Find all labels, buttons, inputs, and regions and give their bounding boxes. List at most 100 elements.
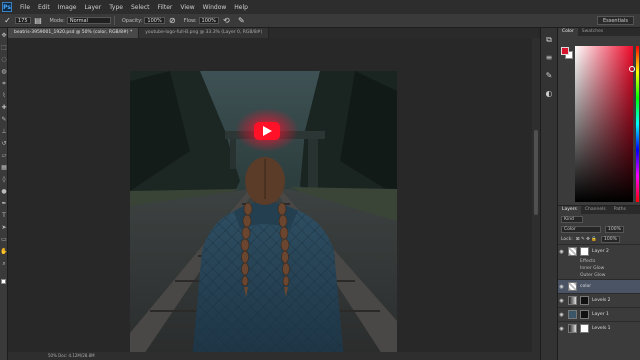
layer-opacity-input[interactable]: 100% xyxy=(605,225,624,233)
brush-size-picker[interactable]: 175 xyxy=(15,17,31,24)
menu-select[interactable]: Select xyxy=(127,4,154,11)
effects-row[interactable]: Effects xyxy=(558,258,640,265)
layer-row[interactable]: ◉ Levels 1 xyxy=(558,321,640,335)
opacity-label: Opacity: xyxy=(121,17,143,24)
type-tool-icon[interactable]: T xyxy=(0,212,8,220)
quick-select-tool-icon[interactable]: ◍ xyxy=(0,68,8,76)
layer-row[interactable]: ◉ Levels 2 xyxy=(558,293,640,307)
foreground-color-chip[interactable] xyxy=(561,47,569,55)
tab-youtube-logo[interactable]: youtube-logo-full-B.png @ 33.3% (Layer 0… xyxy=(139,28,270,38)
brush-tool-icon[interactable]: ✎ xyxy=(0,116,8,124)
app-logo-icon: Ps xyxy=(2,2,12,12)
menu-window[interactable]: Window xyxy=(199,4,231,11)
lock-row: Lock: ⊠ ✎ ✥ 🔒 100% xyxy=(558,234,640,244)
vertical-scrollbar[interactable] xyxy=(532,38,540,360)
layer-fill-input[interactable]: 100% xyxy=(601,235,620,243)
lasso-tool-icon[interactable]: ◌ xyxy=(0,56,8,64)
menu-type[interactable]: Type xyxy=(105,4,127,11)
document-canvas[interactable] xyxy=(130,71,397,360)
layer-mask-thumbnail[interactable] xyxy=(580,296,589,305)
hand-tool-icon[interactable]: ✋ xyxy=(0,248,8,256)
brush-panel-icon[interactable]: ▤ xyxy=(34,16,43,25)
color-panel xyxy=(558,36,640,206)
tab-channels[interactable]: Channels xyxy=(581,206,610,214)
visibility-eye-icon[interactable]: ◉ xyxy=(558,298,565,304)
menu-edit[interactable]: Edit xyxy=(34,4,54,11)
visibility-eye-icon[interactable]: ◉ xyxy=(558,326,565,332)
stamp-tool-icon[interactable]: ⊥ xyxy=(0,128,8,136)
opacity-input[interactable]: 100% xyxy=(144,17,165,24)
menu-bar: Ps File Edit Image Layer Type Select Fil… xyxy=(0,0,640,14)
layer-filter-row: Kind xyxy=(558,214,640,224)
airbrush-icon[interactable]: ⟲ xyxy=(222,16,231,25)
dodge-tool-icon[interactable]: ● xyxy=(0,188,8,196)
history-brush-icon[interactable]: ↺ xyxy=(0,140,8,148)
menu-view[interactable]: View xyxy=(176,4,198,11)
move-tool-icon[interactable]: ✥ xyxy=(0,32,8,40)
flow-label: Flow: xyxy=(183,17,197,24)
shape-tool-icon[interactable]: ▭ xyxy=(0,236,8,244)
kind-filter-select[interactable]: Kind xyxy=(561,215,583,223)
foreground-color-swatch[interactable] xyxy=(1,279,6,284)
mode-label: Mode: xyxy=(49,17,65,24)
layer-row[interactable]: ◉ Layer 1 xyxy=(558,307,640,321)
hue-slider[interactable] xyxy=(636,46,639,202)
layer-row[interactable]: ◉ Layer 2 xyxy=(558,244,640,258)
photoshop-window: Ps File Edit Image Layer Type Select Fil… xyxy=(0,0,640,360)
mode-select[interactable]: Normal xyxy=(66,17,111,24)
menu-help[interactable]: Help xyxy=(230,4,252,11)
tab-color[interactable]: Color xyxy=(558,28,578,36)
blur-tool-icon[interactable]: ◊ xyxy=(0,176,8,184)
flow-input[interactable]: 100% xyxy=(198,17,219,24)
menu-file[interactable]: File xyxy=(16,4,34,11)
eyedropper-tool-icon[interactable]: ⌇ xyxy=(0,92,8,100)
blend-mode-select[interactable]: Color xyxy=(561,225,601,233)
effect-inner-glow[interactable]: Inner Glow xyxy=(558,265,640,272)
lock-label: Lock: xyxy=(561,236,573,242)
color-picker-handle[interactable] xyxy=(629,66,635,72)
menu-filter[interactable]: Filter xyxy=(154,4,177,11)
layer-row[interactable]: ◉ color xyxy=(558,279,640,293)
visibility-eye-icon[interactable]: ◉ xyxy=(558,249,565,255)
layer-mask-thumbnail[interactable] xyxy=(580,324,589,333)
visibility-eye-icon[interactable]: ◉ xyxy=(558,284,565,290)
menu-layer[interactable]: Layer xyxy=(80,4,105,11)
tab-swatches[interactable]: Swatches xyxy=(578,28,608,36)
adjustments-panel-icon[interactable]: ◐ xyxy=(543,88,555,100)
color-panel-tabs: Color Swatches xyxy=(558,28,640,36)
layer-name[interactable]: Layer 1 xyxy=(592,312,609,317)
color-picker-field[interactable] xyxy=(575,46,633,202)
tab-paths[interactable]: Paths xyxy=(610,206,630,214)
document-tabs: beatris-3959001_1920.psd @ 50% (color, R… xyxy=(8,28,538,38)
zoom-tool-icon[interactable]: ⌕ xyxy=(0,260,8,268)
effect-outer-glow[interactable]: Outer Glow xyxy=(558,272,640,279)
healing-tool-icon[interactable]: ✚ xyxy=(0,104,8,112)
workspace-switcher[interactable]: Essentials xyxy=(596,16,634,25)
pressure-size-icon[interactable]: ✎ xyxy=(237,16,246,25)
lock-icon[interactable]: ⊠ ✎ ✥ 🔒 xyxy=(576,237,597,242)
layer-name[interactable]: Levels 1 xyxy=(592,326,611,331)
eraser-tool-icon[interactable]: ▱ xyxy=(0,152,8,160)
brush-tool-icon[interactable]: ✓ xyxy=(3,16,12,25)
menu-image[interactable]: Image xyxy=(54,4,81,11)
layer-mask-thumbnail[interactable] xyxy=(580,310,589,319)
layer-name[interactable]: Levels 2 xyxy=(592,298,611,303)
path-select-tool-icon[interactable]: ➤ xyxy=(0,224,8,232)
brush-presets-icon[interactable]: ✎ xyxy=(543,70,555,82)
layer-name[interactable]: color xyxy=(580,284,591,289)
tab-layers[interactable]: Layers xyxy=(558,206,581,214)
layer-name[interactable]: Layer 2 xyxy=(592,249,609,254)
marquee-tool-icon[interactable]: ⬚ xyxy=(0,44,8,52)
adjustment-thumbnail xyxy=(568,296,577,305)
visibility-eye-icon[interactable]: ◉ xyxy=(558,312,565,318)
tab-beatris-psd[interactable]: beatris-3959001_1920.psd @ 50% (color, R… xyxy=(8,28,140,38)
gradient-tool-icon[interactable]: ▦ xyxy=(0,164,8,172)
scrollbar-thumb[interactable] xyxy=(534,130,538,215)
pen-tool-icon[interactable]: ✒ xyxy=(0,200,8,208)
pressure-opacity-icon[interactable]: ⊘ xyxy=(168,16,177,25)
history-panel-icon[interactable]: ⧉ xyxy=(543,34,555,46)
layer-mask-thumbnail[interactable] xyxy=(580,247,589,256)
layer-thumbnail xyxy=(568,282,577,291)
properties-panel-icon[interactable]: ≡ xyxy=(543,52,555,64)
crop-tool-icon[interactable]: ⌗ xyxy=(0,80,8,88)
